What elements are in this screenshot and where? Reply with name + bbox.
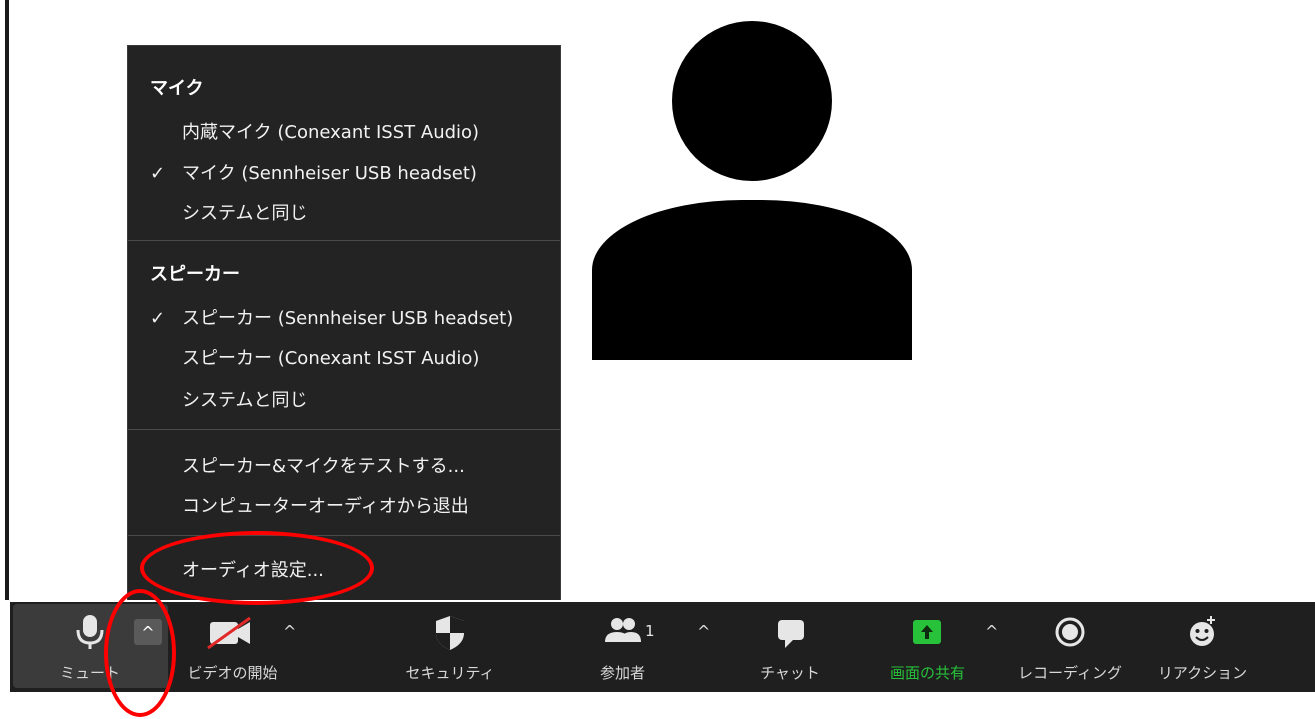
check-icon: ✓: [150, 163, 166, 184]
menu-divider: [128, 240, 560, 241]
mic-option-system[interactable]: システムと同じ: [150, 199, 307, 225]
share-options-caret[interactable]: ^: [985, 622, 998, 641]
reactions-label: リアクション: [1157, 664, 1248, 682]
speaker-option-label: システムと同じ: [182, 390, 308, 411]
audio-caret-highlight: [104, 589, 176, 717]
menu-divider: [128, 429, 560, 430]
avatar-head: [672, 21, 832, 181]
security-label: セキュリティ: [405, 664, 495, 682]
record-icon: [1055, 617, 1085, 647]
speaker-option-label: スピーカー (Sennheiser USB headset): [182, 308, 514, 329]
window-edge: [5, 0, 9, 600]
test-label: スピーカー&マイクをテストする...: [182, 456, 465, 477]
speaker-option-builtin[interactable]: スピーカー (Conexant ISST Audio): [150, 344, 479, 370]
speaker-option-system[interactable]: システムと同じ: [150, 386, 307, 412]
recording-label: レコーディング: [1018, 664, 1122, 682]
share-screen-icon: [913, 620, 941, 644]
participants-label: 参加者: [599, 664, 645, 682]
start-video-label: ビデオの開始: [187, 664, 278, 682]
share-screen-label: 画面の共有: [889, 664, 965, 682]
mic-option-label: 内蔵マイク (Conexant ISST Audio): [182, 122, 480, 143]
chat-button[interactable]: チャット: [745, 612, 835, 682]
security-button[interactable]: セキュリティ: [400, 612, 500, 682]
smiley-plus-icon: [1190, 616, 1215, 646]
mic-option-builtin[interactable]: 内蔵マイク (Conexant ISST Audio): [150, 118, 479, 144]
video-off-icon: [207, 616, 251, 650]
chat-icon: [778, 620, 804, 648]
test-speaker-mic-item[interactable]: スピーカー&マイクをテストする...: [150, 452, 465, 478]
reactions-button[interactable]: リアクション: [1150, 612, 1255, 682]
speaker-option-sennheiser[interactable]: ✓ スピーカー (Sennheiser USB headset): [150, 304, 513, 330]
audio-settings-highlight: [140, 531, 374, 605]
leave-computer-audio-item[interactable]: コンピューターオーディオから退出: [150, 492, 469, 518]
audio-menu: マイク 内蔵マイク (Conexant ISST Audio) ✓ マイク (Se…: [127, 45, 561, 600]
leave-label: コンピューターオーディオから退出: [182, 496, 469, 517]
share-screen-button[interactable]: 画面の共有: [875, 612, 980, 682]
check-icon: ✓: [150, 308, 166, 329]
start-video-button[interactable]: ビデオの開始: [180, 612, 285, 682]
speaker-heading: スピーカー: [150, 264, 240, 285]
shield-icon: [436, 616, 464, 650]
mic-option-label: システムと同じ: [182, 203, 308, 224]
mic-option-sennheiser[interactable]: ✓ マイク (Sennheiser USB headset): [150, 159, 477, 185]
meeting-toolbar: ミュート ^ ビデオの開始 ^ セキュリティ 1 参加者 ^ チャット 画面の共…: [10, 602, 1315, 692]
participants-icon: [604, 618, 641, 642]
speaker-option-label: スピーカー (Conexant ISST Audio): [182, 348, 480, 369]
participants-count: 1: [645, 622, 655, 640]
chat-label: チャット: [760, 664, 820, 682]
avatar-body: [592, 200, 912, 360]
mic-heading: マイク: [150, 78, 204, 99]
participants-options-caret[interactable]: ^: [697, 622, 710, 641]
video-options-caret[interactable]: ^: [283, 622, 296, 641]
menu-divider: [128, 535, 560, 536]
mic-option-label: マイク (Sennheiser USB headset): [182, 163, 477, 184]
participants-button[interactable]: 1 参加者: [585, 612, 660, 682]
recording-button[interactable]: レコーディング: [1015, 612, 1125, 682]
